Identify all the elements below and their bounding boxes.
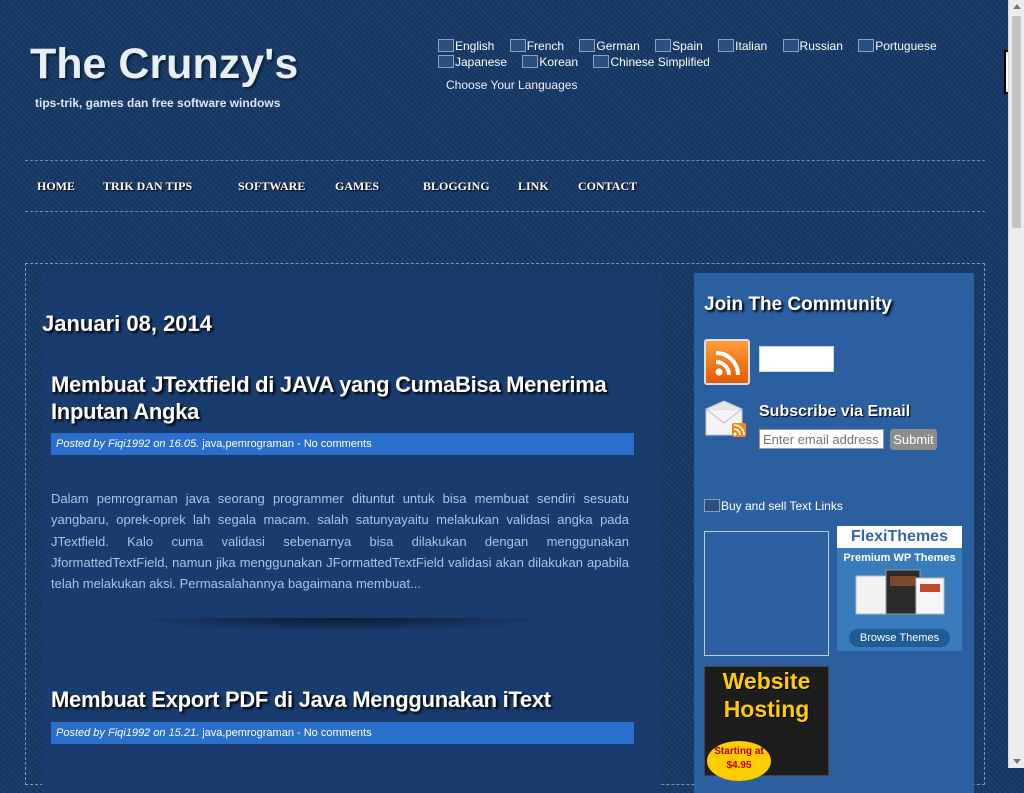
flexithemes-ad[interactable]: FlexiThemes Premium WP Themes Browse The… [837,526,962,651]
scroll-up-arrow-icon[interactable] [1013,4,1021,9]
flag-icon [593,55,610,68]
sidebar: Join The Community Subscribe via Email S… [694,273,974,793]
post-time[interactable]: 15.21. [169,727,200,739]
ad-brand: FlexiThemes [851,528,948,545]
ad-placeholder[interactable] [704,531,829,656]
flag-icon [579,39,596,52]
lang-spain[interactable]: Spain [655,38,703,54]
flag-icon [718,39,735,52]
nav-link[interactable]: LINK [518,179,549,194]
post-author[interactable]: Fiqi1992 [108,438,150,450]
theme-screenshots-icon [855,569,944,615]
main-nav: HOME TRIK DAN TIPS SOFTWARE GAMES BLOGGI… [25,160,985,212]
post-meta: Posted by Fiqi1992 on 15.21. java,pemrog… [51,722,634,744]
site-description: tips-trik, games dan free software windo… [35,96,281,110]
post-comments-link[interactable]: No comments [304,727,372,739]
lang-german[interactable]: German [579,38,640,54]
broken-image-icon [704,499,720,512]
email-input[interactable] [759,429,884,449]
nav-games[interactable]: GAMES [335,179,379,194]
scrollbar-thumb[interactable] [1012,16,1021,228]
flag-icon [655,39,672,52]
main-column: Januari 08, 2014 Membuat JTextfield di J… [42,273,661,793]
post-time[interactable]: 16.05. [169,438,200,450]
flag-icon [509,39,526,52]
rss-symbol [715,351,740,376]
lang-english[interactable]: English [438,38,494,54]
meta-separator: - [297,438,301,450]
post-labels[interactable]: java,pemrograman [202,438,294,450]
post-separator-shadow [132,618,552,632]
date-header: Januari 08, 2014 [42,311,213,336]
browse-themes-button[interactable]: Browse Themes [849,629,950,647]
lang-russian[interactable]: Russian [782,38,843,54]
nav-contact[interactable]: CONTACT [578,179,637,194]
textlinks-link[interactable]: Buy and sell Text Links [704,499,843,513]
lang-portuguese[interactable]: Portuguese [858,38,937,54]
subscribe-title: Subscribe via Email [759,403,911,420]
rss-icon[interactable] [704,339,750,385]
scroll-down-arrow-icon[interactable] [1013,759,1021,764]
on-label: on [153,727,166,739]
email-subscribe-icon [704,399,748,439]
posted-by-label: Posted by [56,727,105,739]
choose-language-label: Choose Your Languages [446,78,578,92]
ad-tagline: Premium WP Themes [843,552,956,564]
flag-icon [858,39,875,52]
flag-icon [438,55,454,68]
nav-home[interactable]: HOME [37,179,75,194]
post-comments-link[interactable]: No comments [304,438,372,450]
posted-by-label: Posted by [56,438,105,450]
submit-button[interactable]: Submit [890,429,937,450]
post-meta: Posted by Fiqi1992 on 16.05. java,pemrog… [51,433,634,455]
lang-italian[interactable]: Italian [718,38,767,54]
lang-japanese[interactable]: Japanese [438,54,507,70]
site-title[interactable]: The Crunzy's [30,40,298,89]
ad-hosting-line1: Website [722,668,811,694]
post-author[interactable]: Fiqi1992 [108,727,150,739]
nav-software[interactable]: SOFTWARE [238,179,305,194]
post-excerpt: Dalam pemrograman java seorang programme… [51,491,629,592]
page-scrollbar[interactable] [1008,0,1024,768]
meta-separator: - [297,727,301,739]
post-title[interactable]: Membuat JTextfield di JAVA yang CumaBisa… [51,371,636,425]
language-selector: English French German Spain Italian Russ… [438,38,958,70]
website-hosting-ad[interactable]: Website Hosting Starting at $4.95 [704,666,829,781]
ad-hosting-price: Starting at $4.95 [707,741,771,781]
ad-hosting-line2: Hosting [723,696,810,722]
envelope-icon [705,400,746,437]
lang-korean[interactable]: Korean [522,54,578,70]
nav-blogging[interactable]: BLOGGING [423,179,490,194]
post-title[interactable]: Membuat Export PDF di Java Menggunakan i… [51,686,636,713]
lang-chinese-simplified[interactable]: Chinese Simplified [593,54,710,70]
on-label: on [153,438,166,450]
flag-icon [782,39,799,52]
flag-icon [438,39,454,52]
flag-icon [522,55,539,68]
lang-french[interactable]: French [509,38,564,54]
post-labels[interactable]: java,pemrograman [202,727,294,739]
community-title: Join The Community [704,294,892,315]
feed-count-image[interactable] [759,346,834,372]
nav-trik-dan-tips[interactable]: TRIK DAN TIPS [103,179,192,194]
